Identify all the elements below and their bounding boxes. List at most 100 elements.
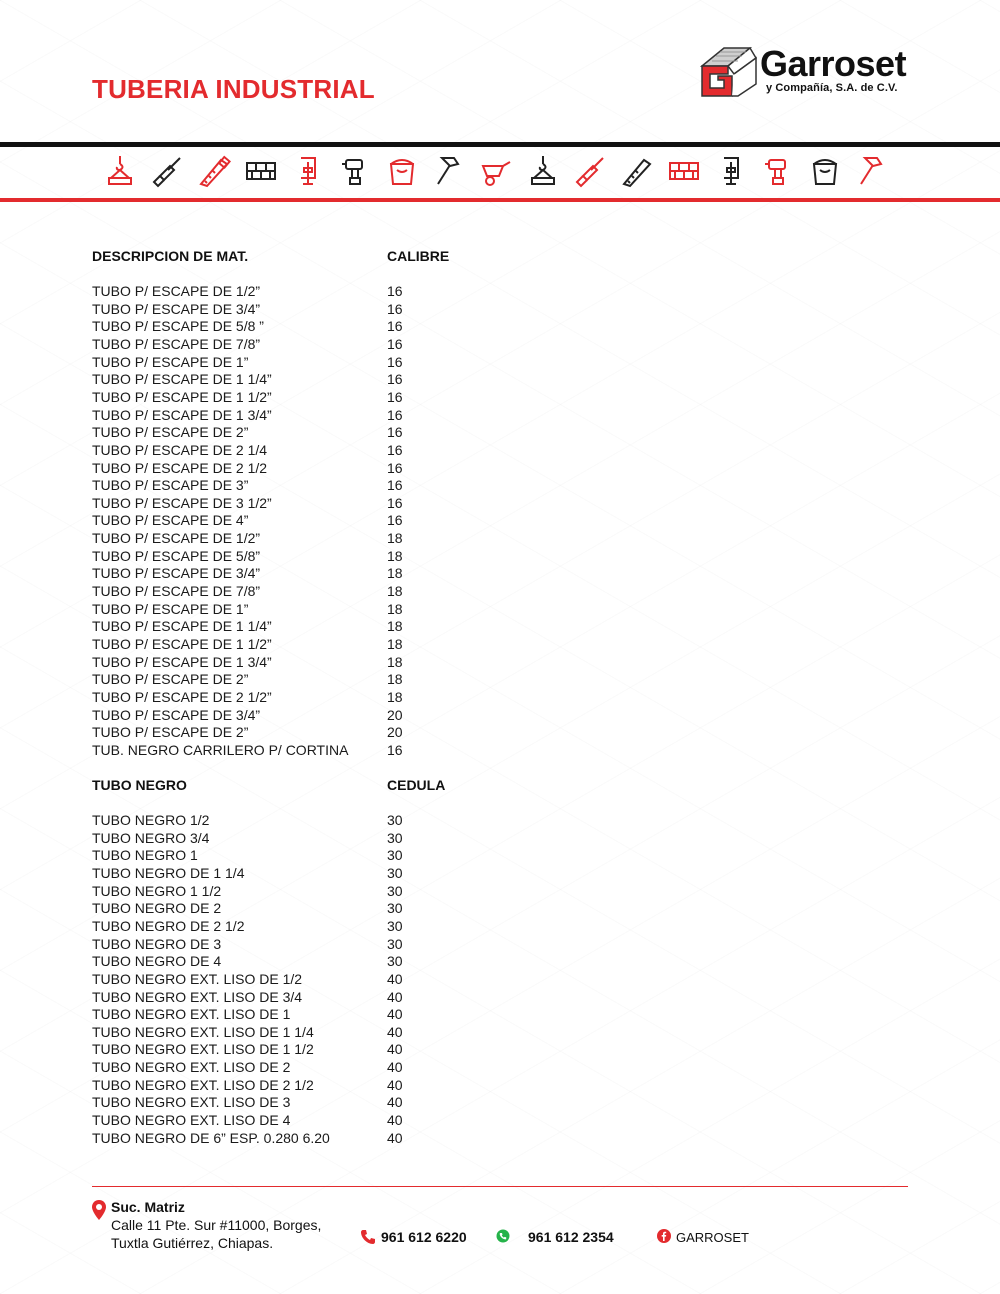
material-description: TUBO NEGRO DE 6” ESP. 0.280 6.20 [92, 1129, 330, 1146]
table-row: TUBO NEGRO EXT. LISO DE 4 40 [92, 1112, 492, 1130]
material-value: 16 [387, 441, 403, 458]
table-row: TUBO P/ ESCAPE DE 2” 18 [92, 671, 492, 689]
footer-divider [92, 1186, 908, 1187]
material-description: TUBO P/ ESCAPE DE 1/2” [92, 530, 261, 547]
material-value: 40 [387, 1041, 403, 1058]
material-description: TUBO NEGRO DE 2 [92, 900, 222, 917]
material-description: TUBO P/ ESCAPE DE 7/8” [92, 335, 261, 352]
paint-bucket-icon [385, 154, 419, 188]
material-description: TUBO P/ ESCAPE DE 1/2” [92, 283, 261, 299]
material-description: TUBO P/ ESCAPE DE 1 3/4” [92, 653, 272, 670]
material-value: 20 [387, 724, 403, 741]
material-value: 30 [387, 864, 403, 881]
column-header-cedula: CEDULA [387, 777, 446, 793]
material-value: 16 [387, 353, 403, 370]
material-description: TUBO P/ ESCAPE DE 3 1/2” [92, 494, 272, 511]
material-description: TUBO P/ ESCAPE DE 1” [92, 353, 249, 370]
table-row: TUBO P/ ESCAPE DE 1 1/2” 16 [92, 389, 492, 407]
material-description: TUBO NEGRO EXT. LISO DE 1 [92, 1006, 291, 1023]
material-description: TUBO P/ ESCAPE DE 5/8 ” [92, 318, 264, 335]
material-description: TUBO NEGRO EXT. LISO DE 2 1/2 [92, 1076, 314, 1093]
material-description: TUBO NEGRO 1 [92, 847, 198, 864]
clamp-icon [714, 154, 748, 188]
material-description: TUBO NEGRO 3/4 [92, 829, 210, 846]
material-value: 16 [387, 300, 403, 317]
table-row: TUBO NEGRO EXT. LISO DE 3/4 40 [92, 989, 492, 1007]
whatsapp-icon [496, 1229, 510, 1243]
material-description: TUBO P/ ESCAPE DE 2 1/2 [92, 459, 268, 476]
material-value: 16 [387, 318, 403, 335]
table-row: TUBO NEGRO EXT. LISO DE 2 1/2 40 [92, 1077, 492, 1095]
table-row: TUBO P/ ESCAPE DE 7/8” 18 [92, 583, 492, 601]
material-description: TUBO P/ ESCAPE DE 2 1/2” [92, 688, 272, 705]
material-value: 40 [387, 1129, 403, 1146]
table-row: TUBO P/ ESCAPE DE 1 1/4” 18 [92, 618, 492, 636]
material-value: 16 [387, 512, 403, 529]
material-value: 30 [387, 900, 403, 917]
table-row: TUBO NEGRO DE 1 1/4 30 [92, 865, 492, 883]
material-description: TUBO P/ ESCAPE DE 3/4” [92, 565, 261, 582]
table-row: TUBO P/ ESCAPE DE 3” 16 [92, 477, 492, 495]
logo-name: Garroset [760, 43, 907, 84]
material-description: TUBO P/ ESCAPE DE 2” [92, 724, 249, 741]
table-row: TUBO P/ ESCAPE DE 3 1/2” 16 [92, 495, 492, 513]
whatsapp-number[interactable]: 961 612 2354 [528, 1229, 614, 1245]
table-row: TUBO P/ ESCAPE DE 1 3/4” 18 [92, 654, 492, 672]
table-row: TUB. NEGRO CARRILERO P/ CORTINA 16 [92, 742, 492, 760]
logo-subtitle: y Compañía, S.A. de C.V. [766, 82, 898, 94]
table-row: TUBO NEGRO EXT. LISO DE 1/2 40 [92, 971, 492, 989]
wheelbarrow-icon [479, 154, 513, 188]
material-value: 16 [387, 741, 403, 758]
material-value: 16 [387, 388, 403, 405]
material-value: 40 [387, 970, 403, 987]
paintbrush-icon [573, 154, 607, 188]
material-value: 40 [387, 1006, 403, 1023]
table-row: TUBO NEGRO EXT. LISO DE 1 1/2 40 [92, 1041, 492, 1059]
phone-icon [361, 1230, 375, 1244]
phone-number[interactable]: 961 612 6220 [381, 1229, 467, 1245]
facebook-handle[interactable]: GARROSET [676, 1230, 749, 1245]
table-row: TUBO NEGRO DE 2 1/2 30 [92, 918, 492, 936]
table-row: TUBO P/ ESCAPE DE 3/4” 16 [92, 301, 492, 319]
paintbrush-icon [150, 154, 184, 188]
material-value: 18 [387, 653, 403, 670]
material-description: TUBO NEGRO EXT. LISO DE 4 [92, 1112, 291, 1129]
material-description: TUBO NEGRO DE 3 [92, 935, 222, 952]
material-value: 18 [387, 547, 403, 564]
table-row: TUBO P/ ESCAPE DE 2 1/4 16 [92, 442, 492, 460]
material-value: 40 [387, 1094, 403, 1111]
material-value: 16 [387, 283, 403, 299]
bricks-icon [667, 154, 701, 188]
clamp-icon [291, 154, 325, 188]
table-row: TUBO P/ ESCAPE DE 1” 18 [92, 601, 492, 619]
material-value: 16 [387, 494, 403, 511]
material-value: 18 [387, 530, 403, 547]
material-description: TUBO P/ ESCAPE DE 2” [92, 424, 249, 441]
material-value: 40 [387, 1059, 403, 1076]
tool-icon-row [100, 154, 900, 190]
column-header-description: DESCRIPCION DE MAT. [92, 248, 249, 264]
material-description: TUBO P/ ESCAPE DE 7/8” [92, 583, 261, 600]
table-row: TUBO P/ ESCAPE DE 4” 16 [92, 512, 492, 530]
material-value: 30 [387, 829, 403, 846]
material-description: TUBO NEGRO EXT. LISO DE 1/2 [92, 970, 303, 987]
facebook-icon [657, 1229, 671, 1243]
table-row: TUBO P/ ESCAPE DE 5/8 ” 16 [92, 318, 492, 336]
table-row: TUBO NEGRO DE 3 30 [92, 936, 492, 954]
drill-icon [338, 154, 372, 188]
hammer-icon [432, 154, 466, 188]
material-value: 30 [387, 812, 403, 828]
table-row: TUBO P/ ESCAPE DE 3/4” 20 [92, 707, 492, 725]
material-value: 18 [387, 671, 403, 688]
material-value: 16 [387, 335, 403, 352]
handsaw-icon [620, 154, 654, 188]
table-row: TUBO NEGRO EXT. LISO DE 2 40 [92, 1059, 492, 1077]
material-value: 16 [387, 371, 403, 388]
material-value: 16 [387, 406, 403, 423]
table-row: TUBO P/ ESCAPE DE 1 3/4” 16 [92, 407, 492, 425]
material-description: TUBO NEGRO EXT. LISO DE 3 [92, 1094, 291, 1111]
column-header-tubo-negro: TUBO NEGRO [92, 777, 187, 793]
material-description: TUBO NEGRO DE 2 1/2 [92, 917, 245, 934]
material-value: 30 [387, 953, 403, 970]
table-row: TUBO NEGRO DE 4 30 [92, 953, 492, 971]
